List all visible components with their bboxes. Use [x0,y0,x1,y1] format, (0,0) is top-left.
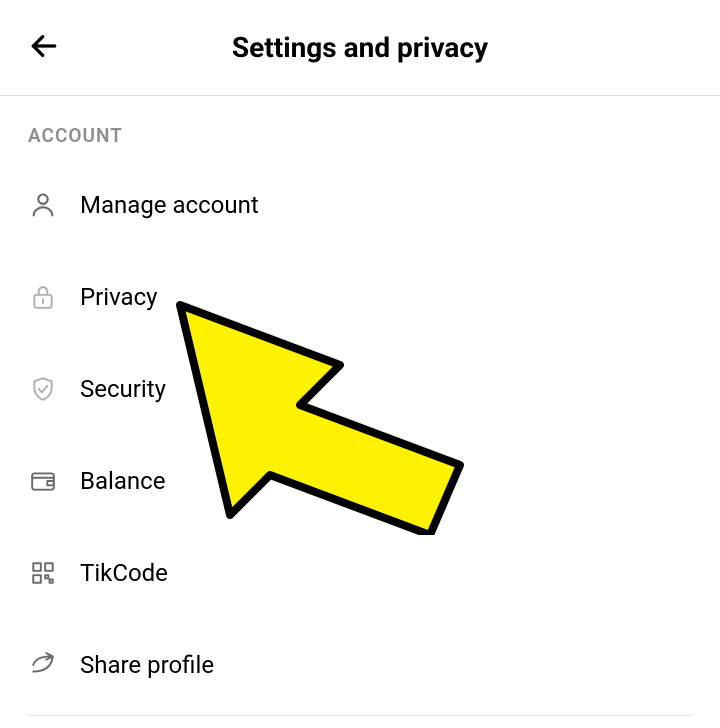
menu-item-label: Security [80,375,166,403]
wallet-icon [28,466,58,496]
person-icon [28,190,58,220]
header: Settings and privacy [0,0,720,96]
menu-item-label: Manage account [80,191,259,219]
qrcode-icon [28,558,58,588]
menu-item-tikcode[interactable]: TikCode [28,527,692,619]
lock-icon [28,282,58,312]
menu-item-share-profile[interactable]: Share profile [28,619,692,711]
menu-item-security[interactable]: Security [28,343,692,435]
menu-item-manage-account[interactable]: Manage account [28,159,692,251]
menu-list: Manage account Privacy Security [0,159,720,711]
page-title: Settings and privacy [24,31,696,64]
menu-item-privacy[interactable]: Privacy [28,251,692,343]
back-button[interactable] [28,30,60,66]
section-header-account: ACCOUNT [0,96,720,159]
menu-item-balance[interactable]: Balance [28,435,692,527]
shield-icon [28,374,58,404]
arrow-left-icon [28,30,60,62]
divider [28,715,692,716]
menu-item-label: Privacy [80,283,158,311]
menu-item-label: Share profile [80,651,214,679]
menu-item-label: TikCode [80,559,168,587]
menu-item-label: Balance [80,467,165,495]
share-icon [28,650,58,680]
